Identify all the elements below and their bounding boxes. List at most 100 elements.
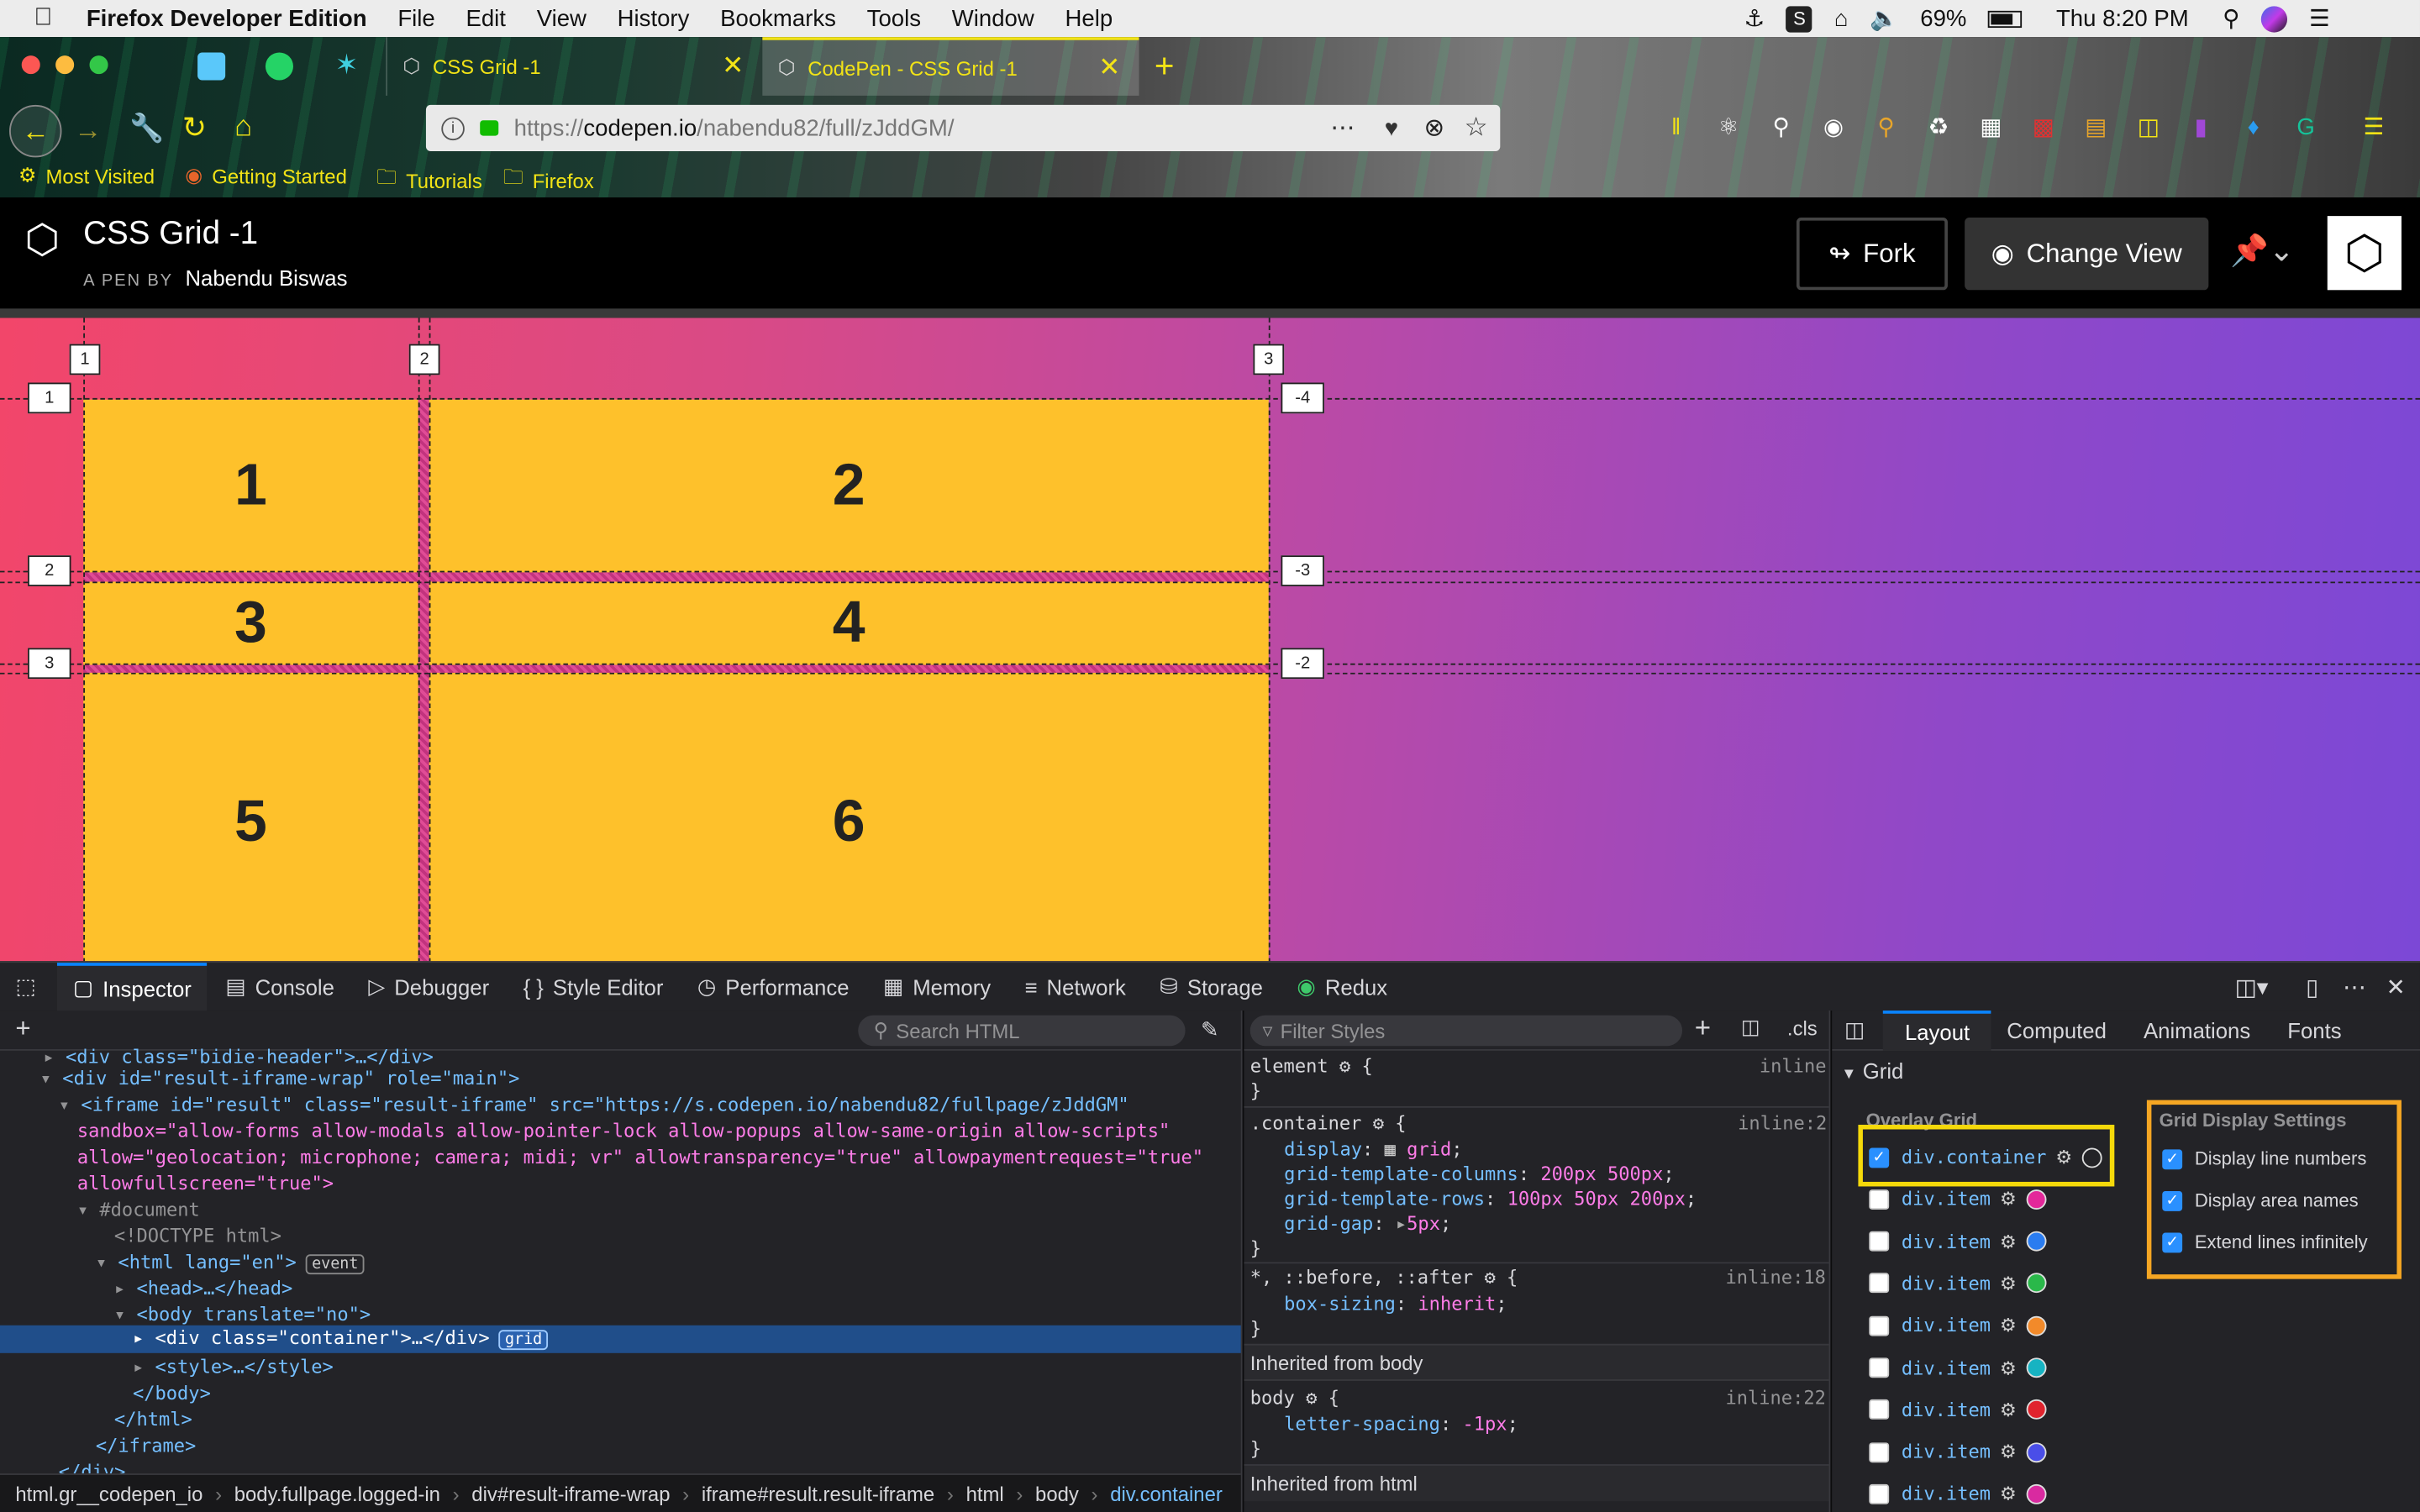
tab-layout[interactable]: Layout xyxy=(1883,1011,1991,1050)
split-layout-icon[interactable]: ◫▾ xyxy=(2235,973,2269,1000)
overlay-grid-item[interactable]: div.item ⚙ xyxy=(1869,1227,2046,1255)
checkbox[interactable] xyxy=(1869,1399,1890,1420)
event-badge[interactable]: event xyxy=(305,1254,365,1275)
pin-icon[interactable]: 📌⌄ xyxy=(2230,232,2295,270)
menu-view[interactable]: View xyxy=(537,5,587,31)
gear-icon[interactable]: ⚙ xyxy=(1339,1055,1350,1077)
url-bar[interactable]: i https://codepen.io/nabendu82/full/zJdd… xyxy=(425,104,1501,151)
rule-declaration[interactable]: letter-spacing: -1px; xyxy=(1284,1412,1518,1438)
page-actions-icon[interactable]: ⋯ xyxy=(1330,113,1355,144)
node-line[interactable]: ▾ <body translate="no"> xyxy=(114,1302,371,1328)
highlight-node-icon[interactable]: ⚙ xyxy=(2000,1399,2017,1421)
rule-declaration[interactable]: display: ▦ grid; xyxy=(1284,1137,1462,1163)
color-swatch[interactable] xyxy=(2025,1399,2046,1420)
library-icon[interactable]: ‖ xyxy=(1660,111,1691,142)
search-extension-icon[interactable]: ⚲ xyxy=(1765,111,1797,142)
overlay-grid-item[interactable]: div.item ⚙ xyxy=(1869,1312,2046,1340)
highlight-node-icon[interactable]: ⚙ xyxy=(2000,1357,2017,1378)
rule-source[interactable]: inline xyxy=(1760,1053,1827,1079)
new-tab-button[interactable]: + xyxy=(1155,46,1175,87)
user-avatar[interactable]: ⬡ xyxy=(2327,216,2402,291)
menu-edit[interactable]: Edit xyxy=(466,5,505,31)
node-line[interactable]: ▸ <head>…</head> xyxy=(114,1276,292,1302)
info-icon[interactable]: i xyxy=(441,116,465,140)
wifi-icon[interactable]: ⌂ xyxy=(1834,5,1849,31)
block-icon[interactable]: ⊗ xyxy=(1424,113,1445,144)
tab-computed[interactable]: Computed xyxy=(2007,1017,2107,1042)
gear-icon[interactable]: ⚙ xyxy=(1306,1387,1317,1409)
menu-window[interactable]: Window xyxy=(952,5,1034,31)
color-swatch[interactable] xyxy=(2025,1315,2046,1336)
pinned-tab-icon[interactable] xyxy=(197,52,226,81)
bookmark-getting-started[interactable]: ◉ Getting Started xyxy=(185,164,346,188)
react-devtools-icon[interactable]: ⚛ xyxy=(1713,111,1744,142)
tab-style-editor[interactable]: { } Style Editor xyxy=(523,974,664,999)
checkbox[interactable]: ✓ xyxy=(2162,1231,2183,1252)
github-icon[interactable]: ◉ xyxy=(1818,111,1849,142)
checkbox[interactable] xyxy=(1869,1483,1890,1504)
search-html-input[interactable]: ⚲ Search HTML xyxy=(858,1015,1186,1047)
breadcrumb-item[interactable]: body.fullpage.logged-in xyxy=(234,1482,440,1505)
rule-source[interactable]: inline:22 xyxy=(1725,1385,1825,1411)
forward-button[interactable]: → xyxy=(74,114,102,147)
fork-button[interactable]: ↬ Fork xyxy=(1796,217,1948,291)
color-swatch[interactable] xyxy=(2081,1147,2102,1168)
apple-icon[interactable]:  xyxy=(34,5,52,33)
breadcrumb-item-selected[interactable]: div.container xyxy=(1110,1482,1223,1505)
gear-icon[interactable]: ⚙ xyxy=(1373,1112,1384,1134)
tools-icon[interactable]: 🔧 xyxy=(129,113,164,145)
node-line[interactable]: ▾ <div id="result-iframe-wrap" role="mai… xyxy=(40,1066,520,1092)
app-menu[interactable]: Firefox Developer Edition xyxy=(87,5,367,31)
chart-icon[interactable]: ▤ xyxy=(2081,111,2112,142)
skype-icon[interactable]: S xyxy=(1786,5,1813,32)
expand-triangle-icon[interactable]: ▸ xyxy=(1396,1213,1407,1235)
rule-declaration[interactable]: box-sizing: inherit; xyxy=(1284,1291,1507,1317)
close-window-button[interactable] xyxy=(21,55,40,75)
download-folder-icon[interactable]: ▦ xyxy=(1975,111,2007,142)
menu-bookmarks[interactable]: Bookmarks xyxy=(720,5,836,31)
siri-icon[interactable] xyxy=(2261,5,2288,32)
node-line[interactable]: ▾ <html lang="en"> event xyxy=(96,1250,365,1276)
spotlight-icon[interactable]: ⚲ xyxy=(2223,5,2239,33)
docker-icon[interactable]: ⚓ xyxy=(1744,5,1765,33)
tab-network[interactable]: ≡ Network xyxy=(1025,974,1126,999)
tab-css-grid[interactable]: ⬡ CSS Grid -1 ✕ xyxy=(386,37,762,96)
tab-debugger[interactable]: ▷ Debugger xyxy=(368,974,489,1000)
breadcrumb-item[interactable]: div#result-iframe-wrap xyxy=(471,1482,670,1505)
rule-declaration[interactable]: grid-template-rows: 100px 50px 200px; xyxy=(1284,1186,1697,1212)
bookmark-firefox[interactable]: 🗀 Firefox xyxy=(503,164,594,197)
zoom-window-button[interactable] xyxy=(89,55,108,75)
breadcrumb-item[interactable]: html.gr__codepen_io xyxy=(15,1482,203,1505)
checkbox[interactable] xyxy=(1869,1231,1890,1252)
overlay-grid-item[interactable]: div.item ⚙ xyxy=(1869,1354,2046,1382)
overlay-grid-item[interactable]: div.item ⚙ xyxy=(1869,1269,2046,1297)
author-link[interactable]: Nabendu Biswas xyxy=(185,265,347,290)
tab-fonts[interactable]: Fonts xyxy=(2287,1017,2341,1042)
checkbox[interactable] xyxy=(1869,1441,1890,1462)
bookmark-star-icon[interactable]: ☆ xyxy=(1465,113,1488,144)
rule-source[interactable]: inline:2 xyxy=(1738,1110,1827,1137)
node-line[interactable]: ▾ #document xyxy=(77,1197,200,1223)
url-text[interactable]: https://codepen.io/nabendu82/full/zJddGM… xyxy=(514,115,955,141)
highlight-node-icon[interactable]: ⚙ xyxy=(2000,1483,2017,1505)
whatsapp-icon[interactable] xyxy=(265,52,293,81)
tab-storage[interactable]: ⛁ Storage xyxy=(1160,974,1263,1000)
volume-icon[interactable]: 🔈 xyxy=(1870,5,1898,33)
setting-display-line-numbers[interactable]: ✓ Display line numbers xyxy=(2162,1148,2366,1169)
gear-icon[interactable]: ⚙ xyxy=(1484,1267,1495,1289)
minimize-window-button[interactable] xyxy=(55,55,75,75)
checkbox[interactable] xyxy=(1869,1357,1890,1378)
checkbox[interactable]: ✓ xyxy=(2162,1148,2183,1169)
filter-styles-input[interactable]: ▿ Filter Styles xyxy=(1249,1015,1683,1047)
stack-icon[interactable]: ◫ xyxy=(2133,111,2164,142)
magnifier-icon[interactable]: ⚲ xyxy=(1870,111,1902,142)
menu-history[interactable]: History xyxy=(618,5,690,31)
tab-redux[interactable]: ◉ Redux xyxy=(1297,974,1387,1000)
highlight-node-icon[interactable]: ⚙ xyxy=(2000,1273,2017,1294)
node-line[interactable]: ▸ <style>…</style> xyxy=(133,1355,334,1381)
battery-icon[interactable] xyxy=(1988,9,2023,28)
overlay-grid-item[interactable]: div.item ⚙ xyxy=(1869,1396,2046,1424)
bookmark-tutorials[interactable]: 🗀 Tutorials xyxy=(376,164,482,197)
more-options-icon[interactable]: ⋯ xyxy=(2343,973,2366,1000)
checkbox[interactable] xyxy=(1869,1189,1890,1210)
